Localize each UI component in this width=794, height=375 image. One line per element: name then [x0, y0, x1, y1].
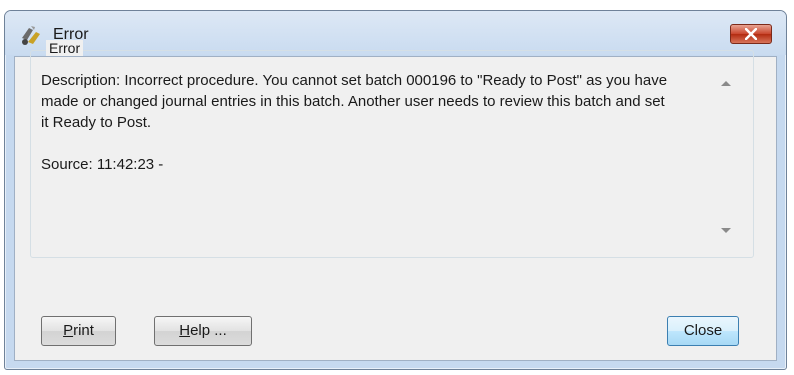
error-message-text[interactable]: Description: Incorrect procedure. You ca…	[41, 70, 669, 196]
help-mnemonic: H	[179, 322, 191, 339]
error-dialog: Error Description: Incorrect procedure. …	[4, 10, 787, 370]
message-scrollbar[interactable]	[715, 71, 737, 247]
help-button[interactable]: Help ...	[154, 316, 252, 346]
scroll-up-arrow-icon[interactable]	[721, 81, 731, 86]
group-label: Error	[46, 40, 84, 56]
print-mnemonic: P	[63, 322, 74, 339]
error-group: Description: Incorrect procedure. You ca…	[30, 50, 754, 258]
print-label: rint	[73, 322, 94, 339]
help-label: elp ...	[190, 322, 227, 339]
print-button[interactable]: Print	[41, 316, 116, 346]
close-button[interactable]: Close	[667, 316, 739, 346]
app-icon	[22, 26, 40, 45]
window-close-button[interactable]	[730, 24, 772, 44]
error-description: Description: Incorrect procedure. You ca…	[41, 72, 668, 131]
error-source: Source: 11:42:23 -	[41, 156, 164, 173]
close-icon	[745, 28, 757, 40]
scroll-down-arrow-icon[interactable]	[721, 228, 731, 233]
title-bar[interactable]: Error	[5, 11, 786, 55]
